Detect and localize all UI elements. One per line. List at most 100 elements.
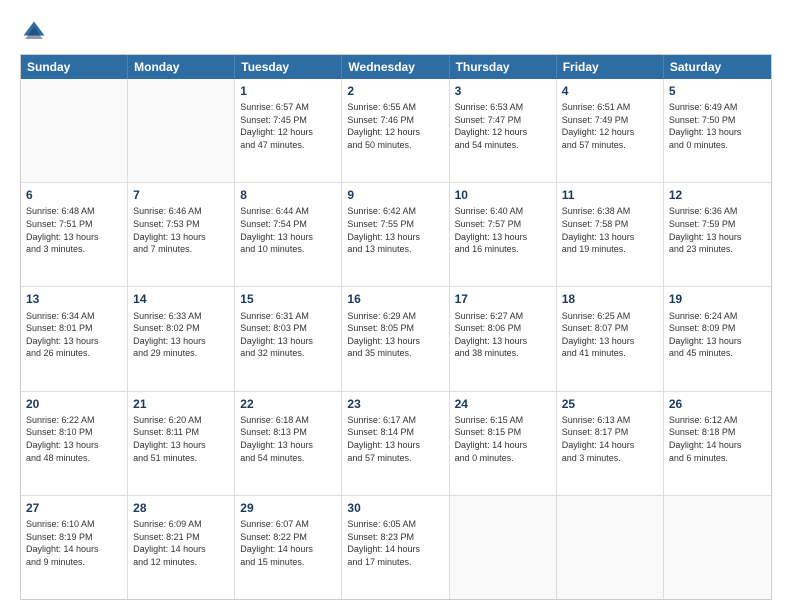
calendar-cell-3: 3Sunrise: 6:53 AM Sunset: 7:47 PM Daylig… [450,79,557,182]
day-number: 2 [347,83,443,99]
header-day-monday: Monday [128,55,235,79]
cell-info: Sunrise: 6:07 AM Sunset: 8:22 PM Dayligh… [240,518,336,568]
header [20,18,772,46]
header-day-friday: Friday [557,55,664,79]
header-day-sunday: Sunday [21,55,128,79]
day-number: 24 [455,396,551,412]
cell-info: Sunrise: 6:24 AM Sunset: 8:09 PM Dayligh… [669,310,766,360]
calendar-cell-30: 30Sunrise: 6:05 AM Sunset: 8:23 PM Dayli… [342,496,449,599]
cell-info: Sunrise: 6:57 AM Sunset: 7:45 PM Dayligh… [240,101,336,151]
cell-info: Sunrise: 6:38 AM Sunset: 7:58 PM Dayligh… [562,205,658,255]
cell-info: Sunrise: 6:55 AM Sunset: 7:46 PM Dayligh… [347,101,443,151]
day-number: 8 [240,187,336,203]
cell-info: Sunrise: 6:34 AM Sunset: 8:01 PM Dayligh… [26,310,122,360]
cell-info: Sunrise: 6:18 AM Sunset: 8:13 PM Dayligh… [240,414,336,464]
day-number: 16 [347,291,443,307]
cell-info: Sunrise: 6:20 AM Sunset: 8:11 PM Dayligh… [133,414,229,464]
cell-info: Sunrise: 6:40 AM Sunset: 7:57 PM Dayligh… [455,205,551,255]
calendar-cell-26: 26Sunrise: 6:12 AM Sunset: 8:18 PM Dayli… [664,392,771,495]
calendar: SundayMondayTuesdayWednesdayThursdayFrid… [20,54,772,600]
day-number: 22 [240,396,336,412]
day-number: 10 [455,187,551,203]
day-number: 5 [669,83,766,99]
day-number: 28 [133,500,229,516]
header-day-tuesday: Tuesday [235,55,342,79]
calendar-cell-empty [557,496,664,599]
cell-info: Sunrise: 6:51 AM Sunset: 7:49 PM Dayligh… [562,101,658,151]
cell-info: Sunrise: 6:29 AM Sunset: 8:05 PM Dayligh… [347,310,443,360]
day-number: 20 [26,396,122,412]
calendar-cell-18: 18 Sunrise: 6:25 AM Sunset: 8:07 PM Dayli… [557,287,664,390]
calendar-cell-4: 4 Sunrise: 6:51 AM Sunset: 7:49 PM Daylig… [557,79,664,182]
calendar-cell-2: 2 Sunrise: 6:55 AM Sunset: 7:46 PM Daylig… [342,79,449,182]
cell-info: Sunrise: 6:46 AM Sunset: 7:53 PM Dayligh… [133,205,229,255]
calendar-row-1: 6 Sunrise: 6:48 AM Sunset: 7:51 PM Daylig… [21,182,771,286]
calendar-cell-28: 28 Sunrise: 6:09 AM Sunset: 8:21 PM Dayli… [128,496,235,599]
calendar-cell-20: 20 Sunrise: 6:22 AM Sunset: 8:10 PM Dayli… [21,392,128,495]
calendar-row-0: 1 Sunrise: 6:57 AM Sunset: 7:45 PM Daylig… [21,79,771,182]
calendar-cell-empty [450,496,557,599]
calendar-cell-29: 29 Sunrise: 6:07 AM Sunset: 8:22 PM Dayli… [235,496,342,599]
day-number: 11 [562,187,658,203]
day-number: 6 [26,187,122,203]
day-number: 17 [455,291,551,307]
day-number: 12 [669,187,766,203]
cell-info: Sunrise: 6:15 AM Sunset: 8:15 PM Dayligh… [455,414,551,464]
day-number: 13 [26,291,122,307]
calendar-cell-10: 10 Sunrise: 6:40 AM Sunset: 7:57 PM Dayli… [450,183,557,286]
cell-info: Sunrise: 6:44 AM Sunset: 7:54 PM Dayligh… [240,205,336,255]
header-day-saturday: Saturday [664,55,771,79]
day-number: 9 [347,187,443,203]
cell-info: Sunrise: 6:12 AM Sunset: 8:18 PM Dayligh… [669,414,766,464]
day-number: 30 [347,500,443,516]
day-number: 4 [562,83,658,99]
calendar-cell-empty [664,496,771,599]
calendar-cell-23: 23Sunrise: 6:17 AM Sunset: 8:14 PM Dayli… [342,392,449,495]
calendar-row-2: 13 Sunrise: 6:34 AM Sunset: 8:01 PM Dayli… [21,286,771,390]
cell-info: Sunrise: 6:33 AM Sunset: 8:02 PM Dayligh… [133,310,229,360]
logo-icon [20,18,48,46]
calendar-cell-16: 16 Sunrise: 6:29 AM Sunset: 8:05 PM Dayli… [342,287,449,390]
day-number: 3 [455,83,551,99]
calendar-cell-empty [128,79,235,182]
day-number: 14 [133,291,229,307]
cell-info: Sunrise: 6:22 AM Sunset: 8:10 PM Dayligh… [26,414,122,464]
calendar-cell-21: 21 Sunrise: 6:20 AM Sunset: 8:11 PM Dayli… [128,392,235,495]
calendar-cell-1: 1 Sunrise: 6:57 AM Sunset: 7:45 PM Daylig… [235,79,342,182]
day-number: 7 [133,187,229,203]
calendar-cell-17: 17Sunrise: 6:27 AM Sunset: 8:06 PM Dayli… [450,287,557,390]
calendar-cell-25: 25Sunrise: 6:13 AM Sunset: 8:17 PM Dayli… [557,392,664,495]
cell-info: Sunrise: 6:09 AM Sunset: 8:21 PM Dayligh… [133,518,229,568]
day-number: 1 [240,83,336,99]
calendar-cell-5: 5Sunrise: 6:49 AM Sunset: 7:50 PM Daylig… [664,79,771,182]
calendar-cell-8: 8 Sunrise: 6:44 AM Sunset: 7:54 PM Daylig… [235,183,342,286]
calendar-cell-24: 24 Sunrise: 6:15 AM Sunset: 8:15 PM Dayli… [450,392,557,495]
calendar-cell-empty [21,79,128,182]
calendar-cell-22: 22 Sunrise: 6:18 AM Sunset: 8:13 PM Dayli… [235,392,342,495]
cell-info: Sunrise: 6:42 AM Sunset: 7:55 PM Dayligh… [347,205,443,255]
day-number: 18 [562,291,658,307]
calendar-row-4: 27Sunrise: 6:10 AM Sunset: 8:19 PM Dayli… [21,495,771,599]
day-number: 29 [240,500,336,516]
cell-info: Sunrise: 6:48 AM Sunset: 7:51 PM Dayligh… [26,205,122,255]
calendar-cell-19: 19 Sunrise: 6:24 AM Sunset: 8:09 PM Dayli… [664,287,771,390]
day-number: 19 [669,291,766,307]
day-number: 25 [562,396,658,412]
calendar-cell-27: 27Sunrise: 6:10 AM Sunset: 8:19 PM Dayli… [21,496,128,599]
cell-info: Sunrise: 6:36 AM Sunset: 7:59 PM Dayligh… [669,205,766,255]
calendar-cell-11: 11 Sunrise: 6:38 AM Sunset: 7:58 PM Dayli… [557,183,664,286]
day-number: 15 [240,291,336,307]
calendar-cell-7: 7 Sunrise: 6:46 AM Sunset: 7:53 PM Daylig… [128,183,235,286]
header-day-wednesday: Wednesday [342,55,449,79]
day-number: 21 [133,396,229,412]
page: SundayMondayTuesdayWednesdayThursdayFrid… [0,0,792,612]
calendar-cell-6: 6 Sunrise: 6:48 AM Sunset: 7:51 PM Daylig… [21,183,128,286]
calendar-cell-15: 15 Sunrise: 6:31 AM Sunset: 8:03 PM Dayli… [235,287,342,390]
day-number: 27 [26,500,122,516]
calendar-body: 1 Sunrise: 6:57 AM Sunset: 7:45 PM Daylig… [21,79,771,599]
cell-info: Sunrise: 6:25 AM Sunset: 8:07 PM Dayligh… [562,310,658,360]
cell-info: Sunrise: 6:31 AM Sunset: 8:03 PM Dayligh… [240,310,336,360]
day-number: 23 [347,396,443,412]
header-day-thursday: Thursday [450,55,557,79]
calendar-cell-9: 9 Sunrise: 6:42 AM Sunset: 7:55 PM Daylig… [342,183,449,286]
